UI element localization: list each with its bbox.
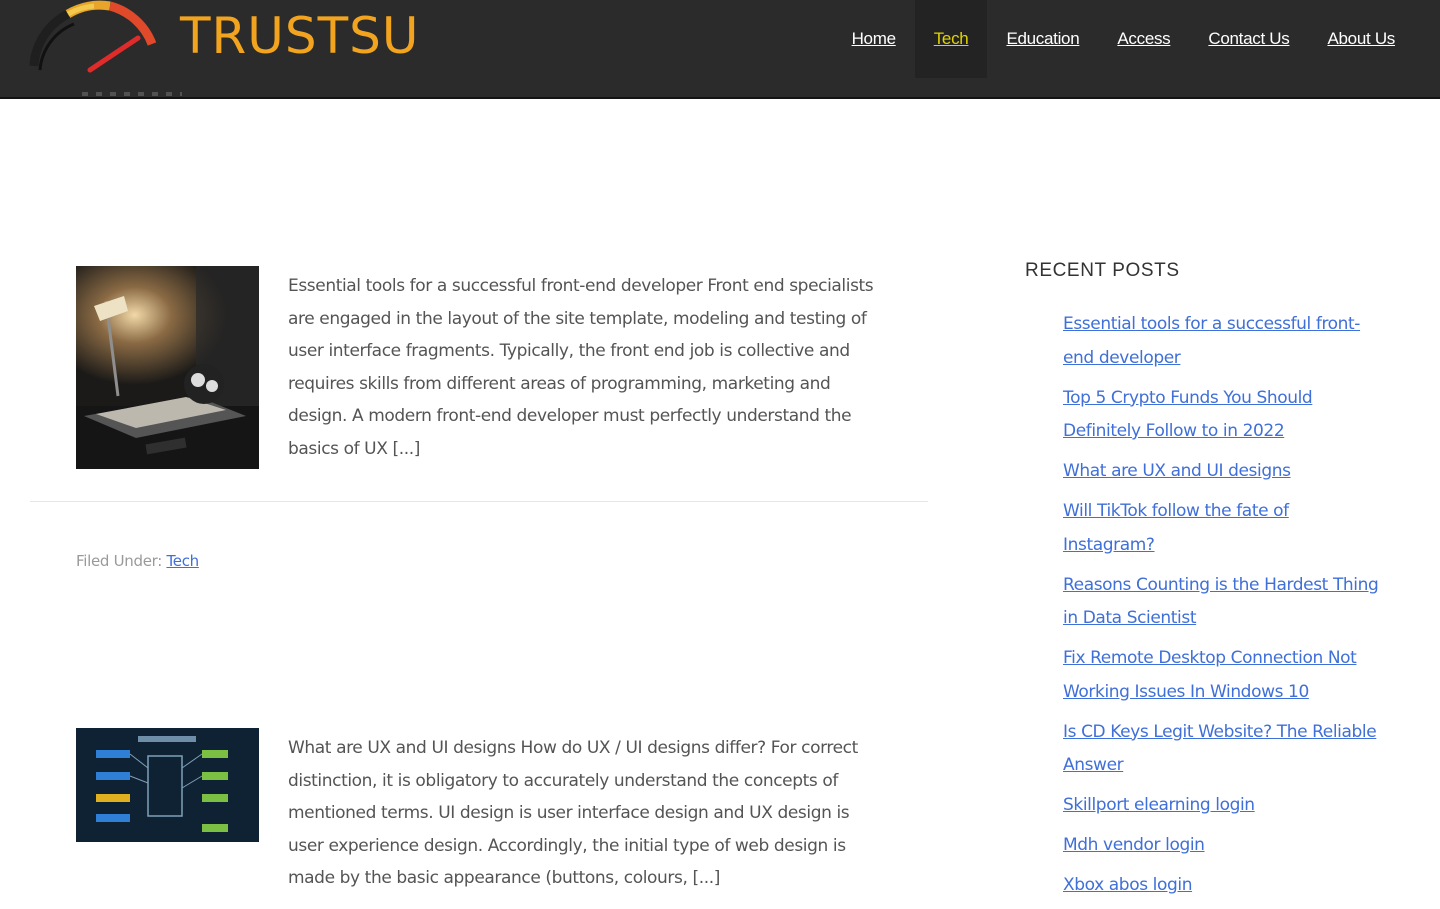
post-excerpt: What are UX and UI designs How do UX / U… [288, 738, 858, 889]
site-logo[interactable]: TRUSTSU [28, 0, 419, 80]
site-name: TRUSTSU [180, 7, 420, 65]
faded-breadcrumb-remnant [82, 92, 182, 96]
category-link-tech[interactable]: Tech [166, 552, 199, 570]
nav-tech[interactable]: Tech [914, 0, 988, 78]
site-header: TRUSTSU Home Tech Education Access Conta… [0, 0, 1440, 99]
recent-post-link[interactable]: Essential tools for a successful front-e… [1063, 308, 1383, 375]
recent-post-link[interactable]: Fix Remote Desktop Connection Not Workin… [1063, 642, 1383, 709]
post-category-meta: Filed Under: Tech [76, 552, 199, 570]
nav-education[interactable]: Education [987, 0, 1098, 78]
post-thumbnail[interactable] [76, 266, 259, 469]
post-excerpt: Essential tools for a successful front-e… [288, 276, 874, 459]
main-nav: Home Tech Education Access Contact Us Ab… [833, 0, 1440, 78]
filed-under-label: Filed Under: [76, 552, 162, 570]
nav-home[interactable]: Home [833, 0, 915, 78]
recent-post-link[interactable]: Top 5 Crypto Funds You Should Definitely… [1063, 382, 1383, 449]
recent-post-link[interactable]: What are UX and UI designs [1063, 455, 1383, 489]
recent-posts-heading: RECENT POSTS [1025, 260, 1180, 281]
post-divider [30, 501, 928, 502]
recent-post-link[interactable]: Mdh vendor login [1063, 829, 1383, 863]
speedometer-logo-icon [29, 0, 157, 73]
nav-about-us[interactable]: About Us [1308, 0, 1414, 78]
recent-post-link[interactable]: Is CD Keys Legit Website? The Reliable A… [1063, 716, 1383, 783]
post-thumbnail[interactable] [76, 728, 259, 842]
nav-contact-us[interactable]: Contact Us [1189, 0, 1308, 78]
nav-access[interactable]: Access [1098, 0, 1189, 78]
recent-post-link[interactable]: Xbox abos login [1063, 869, 1383, 903]
recent-post-link[interactable]: Reasons Counting is the Hardest Thing in… [1063, 569, 1383, 636]
recent-posts-list: Essential tools for a successful front-e… [1063, 308, 1383, 909]
recent-post-link[interactable]: Skillport elearning login [1063, 789, 1383, 823]
recent-post-link[interactable]: Will TikTok follow the fate of Instagram… [1063, 495, 1383, 562]
